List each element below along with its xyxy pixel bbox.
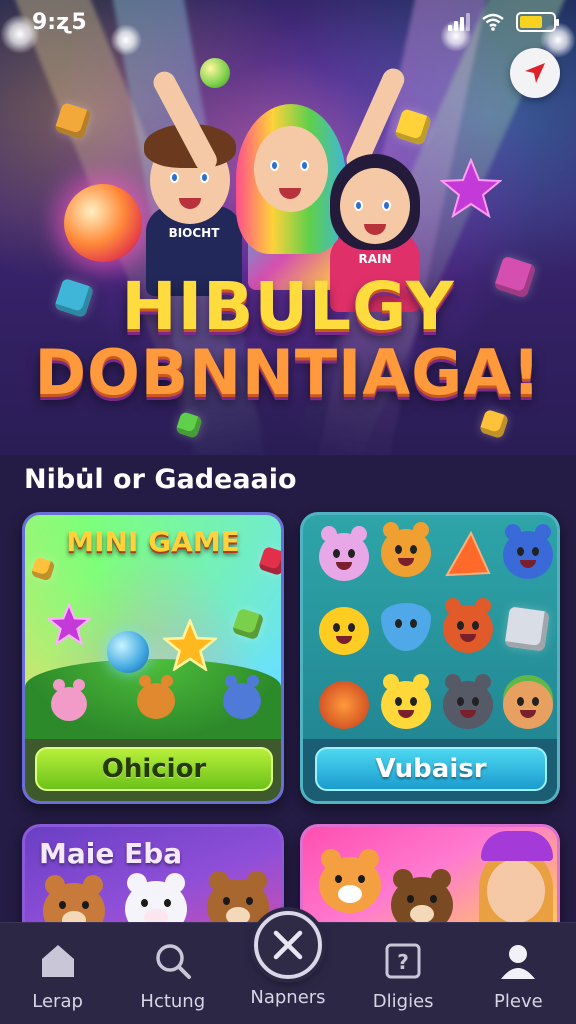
glowing-orb bbox=[64, 184, 142, 262]
chick-critter bbox=[319, 607, 369, 655]
cone-gem-icon bbox=[445, 530, 491, 577]
battery-icon bbox=[516, 12, 559, 32]
tab-label: Napners bbox=[250, 987, 326, 1008]
navigation-arrow-icon bbox=[525, 63, 545, 83]
critters-button[interactable]: Vubaisr bbox=[315, 747, 547, 791]
spiral-candy bbox=[319, 681, 369, 729]
floating-cube bbox=[30, 556, 56, 582]
cat-character bbox=[319, 849, 381, 913]
pink-critter bbox=[51, 679, 87, 721]
gray-bear-critter bbox=[443, 674, 493, 729]
blue-critter bbox=[223, 675, 261, 719]
tab-label: Hctung bbox=[140, 991, 206, 1012]
water-drop-critter bbox=[381, 603, 431, 651]
question-icon: ? bbox=[383, 941, 423, 981]
star-icon bbox=[47, 603, 91, 645]
tab-help[interactable]: ? Dligies bbox=[347, 941, 459, 1012]
bear-critter bbox=[381, 522, 431, 577]
tab-profile[interactable]: Pleve bbox=[462, 941, 574, 1012]
yellow-critter bbox=[381, 674, 431, 729]
status-time: 9:ʐ5 bbox=[32, 10, 87, 35]
tab-label: Dligies bbox=[372, 991, 434, 1012]
tab-home[interactable]: Lerap bbox=[2, 941, 114, 1012]
hero-banner[interactable]: 9:ʐ5 BIOCHT RAIN HIBULGY DOBNNTIAGA! bbox=[0, 0, 576, 455]
status-bar: 9:ʐ5 bbox=[0, 0, 576, 44]
search-icon bbox=[153, 941, 193, 981]
hero-title-line-2: DOBNNTIAGA! bbox=[34, 336, 542, 409]
tab-label: Lerap bbox=[32, 991, 83, 1012]
status-icons bbox=[448, 12, 559, 32]
profile-icon bbox=[498, 941, 538, 981]
hero-title-line-1: HIBULGY bbox=[121, 268, 455, 345]
mouse-critter bbox=[503, 524, 553, 579]
floating-cube bbox=[231, 607, 265, 641]
signal-icon bbox=[448, 13, 470, 31]
orange-critter bbox=[137, 675, 175, 719]
leafy-critter bbox=[503, 681, 553, 729]
home-icon bbox=[38, 941, 78, 981]
floating-cube bbox=[478, 408, 510, 440]
star-icon bbox=[163, 619, 217, 671]
mini-game-heading: MINI GAME bbox=[66, 525, 240, 558]
mini-game-button[interactable]: Ohicior bbox=[35, 747, 273, 791]
bottom-tab-bar: Lerap Hctung Napners ? Dligies Pleve bbox=[0, 911, 576, 1024]
section-title: Nibu̇l or Gadeaaio bbox=[24, 464, 297, 495]
floating-orb bbox=[200, 58, 230, 88]
close-x-icon bbox=[253, 911, 322, 979]
bears-card-heading: Maie Eba bbox=[39, 837, 183, 870]
critters-card[interactable]: Vubaisr bbox=[300, 512, 560, 804]
svg-text:?: ? bbox=[397, 950, 409, 974]
star-icon bbox=[440, 158, 502, 218]
tab-center[interactable]: Napners bbox=[232, 911, 344, 1008]
tab-search[interactable]: Hctung bbox=[117, 941, 229, 1012]
mini-game-card[interactable]: MINI GAME Ohicior bbox=[22, 512, 284, 804]
fox-critter bbox=[443, 598, 493, 653]
navigation-button[interactable] bbox=[510, 48, 560, 98]
tab-label: Pleve bbox=[494, 991, 543, 1012]
glowing-orb bbox=[107, 631, 149, 673]
cat-critter bbox=[319, 526, 369, 581]
dice-cube bbox=[504, 606, 550, 652]
wifi-icon bbox=[482, 13, 504, 31]
